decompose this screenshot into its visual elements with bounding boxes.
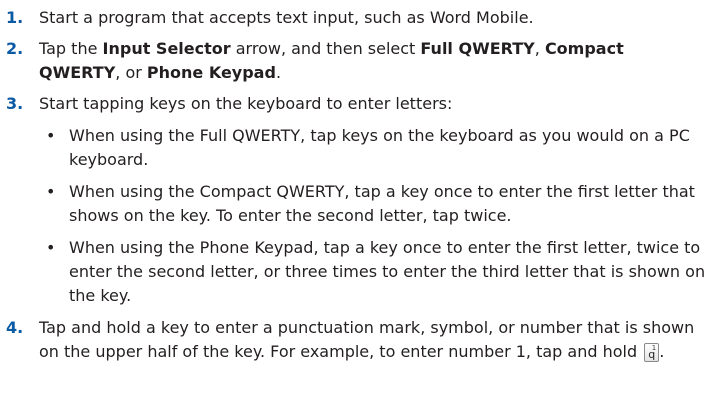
step-text: Tap the Input Selector arrow, and then s… [39, 39, 624, 82]
key-main-label: q [648, 348, 656, 361]
step-text: Tap and hold a key to enter a punctuatio… [39, 318, 695, 362]
step-1: 1. Start a program that accepts text inp… [0, 6, 710, 30]
step-text-part: , [534, 39, 545, 58]
bullet-text: When using the Full QWERTY, tap keys on … [69, 126, 690, 169]
step-text-part: , or [115, 63, 147, 82]
step-text-part: Tap the [39, 39, 103, 58]
q-key-icon: 1q [644, 343, 660, 362]
step-number: 4. [6, 318, 24, 337]
bullet-list: • When using the Full QWERTY, tap keys o… [39, 124, 710, 308]
step-text-part: Tap and hold a key to enter a punctuatio… [39, 318, 695, 361]
step-4: 4. Tap and hold a key to enter a punctua… [0, 316, 710, 364]
step-3: 3. Start tapping keys on the keyboard to… [0, 92, 710, 308]
step-text-part: Start tapping keys on the keyboard to en… [39, 94, 453, 113]
step-2: 2. Tap the Input Selector arrow, and the… [0, 37, 710, 85]
step-number: 2. [6, 39, 24, 58]
bullet-text: When using the Phone Keypad, tap a key o… [69, 238, 706, 305]
step-number: 3. [6, 94, 24, 113]
step-text-part: Start a program that accepts text input,… [39, 8, 534, 27]
step-text-part: . [275, 63, 282, 82]
full-qwerty-term: Full QWERTY [420, 39, 535, 58]
bullet-item: • When using the Compact QWERTY, tap a k… [39, 180, 710, 228]
bullet-icon: • [46, 238, 56, 257]
step-text: Start tapping keys on the keyboard to en… [39, 94, 452, 113]
bullet-icon: • [46, 126, 56, 145]
step-text-suffix: . [659, 342, 665, 361]
step-text: Start a program that accepts text input,… [39, 8, 534, 27]
bullet-icon: • [46, 182, 56, 201]
phone-keypad-term: Phone Keypad [146, 63, 276, 82]
bullet-text: When using the Compact QWERTY, tap a key… [69, 182, 695, 225]
step-text-part: arrow, and then select [230, 39, 421, 58]
bullet-item: • When using the Full QWERTY, tap keys o… [39, 124, 710, 172]
input-selector-term: Input Selector [102, 39, 231, 58]
step-number: 1. [6, 8, 24, 27]
bullet-item: • When using the Phone Keypad, tap a key… [39, 236, 710, 308]
document-page: 1. Start a program that accepts text inp… [0, 0, 727, 405]
steps-list: 1. Start a program that accepts text inp… [0, 6, 710, 371]
